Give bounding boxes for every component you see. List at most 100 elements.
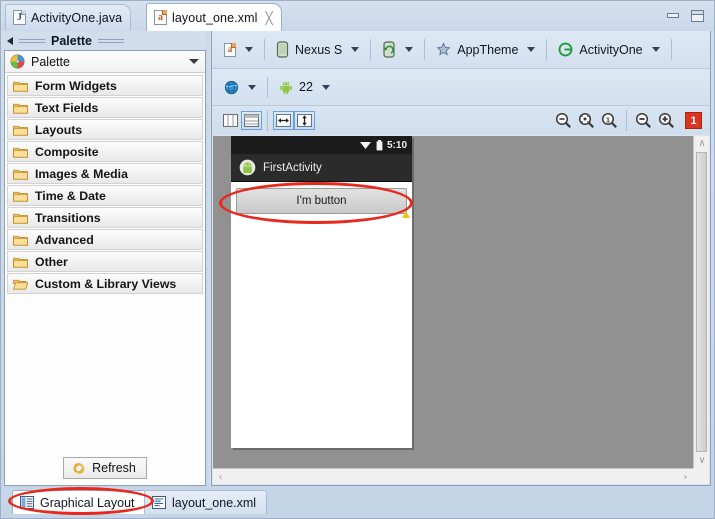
window-controls: [666, 9, 705, 22]
palette-category-time-date[interactable]: Time & Date: [7, 185, 203, 206]
battery-icon: [376, 139, 383, 150]
layout-canvas-area: 5:10 FirstActivity I'm button ∧ ∨ ‹ ›: [213, 136, 709, 484]
palette-category-list: Form Widgets Text Fields Layouts Composite I…: [5, 73, 205, 294]
editor-tab-label: ActivityOne.java: [31, 10, 123, 25]
palette-category-transitions[interactable]: Transitions: [7, 207, 203, 228]
editor-tab-activityone-java[interactable]: J ActivityOne.java: [5, 4, 132, 30]
scroll-down-arrow-icon[interactable]: ∨: [694, 453, 710, 468]
palette-category-other[interactable]: Other: [7, 251, 203, 272]
chevron-down-icon: [321, 84, 330, 90]
columns-icon: [223, 114, 238, 127]
horizontal-arrows-icon: [276, 114, 291, 127]
preview-clock: 5:10: [386, 139, 407, 151]
activity-icon: [558, 42, 573, 57]
preview-button-widget[interactable]: I'm button: [236, 188, 410, 218]
globe-icon: [224, 80, 239, 94]
palette-view: Palette Palette Form Widgets Text Fields L…: [4, 31, 206, 486]
palette-category-text-fields[interactable]: Text Fields: [7, 97, 203, 118]
scroll-left-arrow-icon[interactable]: ‹: [213, 469, 228, 485]
theme-label: AppTheme: [457, 42, 519, 57]
tab-label: layout_one.xml: [172, 495, 257, 510]
left-arrow-icon[interactable]: [7, 36, 13, 45]
zoom-decrease-button[interactable]: [633, 111, 654, 130]
palette-combo-label: Palette: [31, 54, 70, 69]
toolbar-separator: [670, 39, 672, 60]
folder-icon: [13, 147, 28, 158]
fit-width-toggle[interactable]: [273, 111, 294, 130]
palette-view-title: Palette: [19, 34, 124, 48]
palette-category-composite[interactable]: Composite: [7, 141, 203, 162]
tab-layout-one-xml[interactable]: layout_one.xml: [144, 490, 268, 514]
scrollbar-corner: [693, 468, 709, 484]
outline-toggle[interactable]: [241, 111, 262, 130]
scroll-right-arrow-icon[interactable]: ›: [678, 469, 693, 485]
toolbar-separator: [267, 110, 268, 131]
rows-icon: [244, 114, 259, 127]
xml-config-icon: a: [224, 42, 236, 57]
minimize-button[interactable]: [666, 9, 681, 22]
close-icon[interactable]: ╳: [265, 11, 272, 25]
canvas-vertical-scrollbar[interactable]: ∧ ∨: [693, 136, 709, 468]
fit-height-toggle[interactable]: [294, 111, 315, 130]
refresh-label: Refresh: [92, 461, 136, 475]
show-included-toggle[interactable]: [220, 111, 241, 130]
zoom-actual-size-button[interactable]: 1: [599, 111, 620, 130]
refresh-button[interactable]: Refresh: [63, 457, 147, 479]
palette-category-advanced[interactable]: Advanced: [7, 229, 203, 250]
status-badge[interactable]: 1: [685, 112, 702, 129]
chevron-down-icon: [651, 47, 660, 52]
activity-chooser[interactable]: ActivityOne: [554, 40, 663, 59]
device-chooser[interactable]: Nexus S: [272, 39, 363, 60]
open-folder-icon: [13, 279, 28, 290]
zoom-increase-button[interactable]: [656, 111, 677, 130]
canvas-horizontal-scrollbar[interactable]: ‹ ›: [213, 468, 693, 484]
toolbar-separator: [626, 110, 627, 131]
scroll-up-arrow-icon[interactable]: ∧: [694, 136, 710, 151]
folder-icon: [13, 257, 28, 268]
folder-icon: [13, 103, 28, 114]
layout-canvas[interactable]: 5:10 FirstActivity I'm button: [213, 136, 693, 468]
locale-chooser[interactable]: [220, 78, 260, 97]
zoom-fit-button[interactable]: [576, 111, 597, 130]
device-label: Nexus S: [295, 42, 343, 57]
orientation-portrait-icon: [383, 41, 395, 58]
editor-tab-bar: J ActivityOne.java a layout_one.xml ╳: [1, 1, 714, 31]
zoom-out-icon: [555, 112, 571, 128]
palette-category-form-widgets[interactable]: Form Widgets: [7, 75, 203, 96]
xml-file-icon: a: [154, 10, 167, 25]
palette-category-label: Time & Date: [35, 188, 106, 203]
palette-category-images-media[interactable]: Images & Media: [7, 163, 203, 184]
orientation-chooser[interactable]: [378, 39, 417, 60]
api-level-chooser[interactable]: 22: [275, 78, 334, 97]
configuration-chooser[interactable]: a: [220, 41, 257, 59]
chevron-down-icon[interactable]: [189, 59, 199, 64]
palette-combo[interactable]: Palette: [5, 51, 205, 73]
palette-category-custom-library-views[interactable]: Custom & Library Views: [7, 273, 203, 294]
zoom-fit-icon: [578, 112, 594, 128]
graphical-layout-icon: [20, 496, 34, 509]
editor-tab-label: layout_one.xml: [172, 10, 258, 25]
theme-chooser[interactable]: AppTheme: [432, 40, 539, 59]
palette-category-label: Images & Media: [35, 166, 128, 181]
graphical-layout-editor: a Nexus S AppTheme ActivityOne 22 1 1 5:…: [211, 31, 711, 486]
palette-icon: [10, 54, 25, 69]
toolbar-separator: [264, 39, 265, 60]
vertical-scroll-thumb[interactable]: [696, 152, 707, 452]
folder-icon: [13, 125, 28, 136]
zoom-out-button[interactable]: [553, 111, 574, 130]
warning-icon: [402, 211, 410, 218]
device-preview[interactable]: 5:10 FirstActivity I'm button: [231, 136, 412, 448]
maximize-button[interactable]: [690, 9, 705, 22]
folder-icon: [13, 81, 28, 92]
chevron-down-icon: [248, 84, 256, 90]
config-toolbar-row-1: a Nexus S AppTheme ActivityOne: [212, 31, 710, 68]
chevron-down-icon: [405, 47, 414, 52]
folder-icon: [13, 191, 28, 202]
palette-category-layouts[interactable]: Layouts: [7, 119, 203, 140]
magnifier-minus-icon: [635, 112, 651, 128]
view-toolbar: 1 1: [212, 105, 710, 135]
folder-icon: [13, 213, 28, 224]
editor-tab-layout-one-xml[interactable]: a layout_one.xml ╳: [146, 3, 282, 31]
palette-category-label: Form Widgets: [35, 78, 117, 93]
tab-graphical-layout[interactable]: Graphical Layout: [12, 490, 146, 514]
